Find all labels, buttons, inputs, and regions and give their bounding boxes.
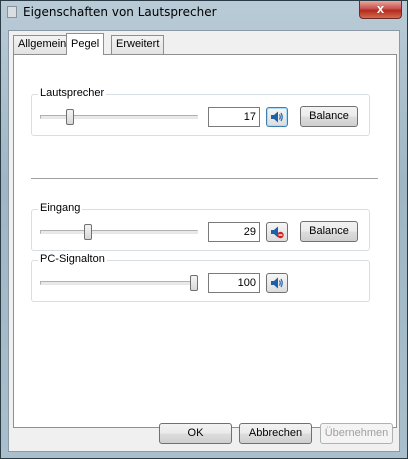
pc-beep-group-label: PC-Signalton xyxy=(38,253,107,265)
pc-beep-mute-button[interactable] xyxy=(266,273,288,293)
speaker-muted-icon xyxy=(271,226,284,239)
tab-panel-pegel: Lautsprecher 17 Balance Eingang 29 Balan… xyxy=(13,54,397,428)
speaker-icon xyxy=(271,111,283,123)
speaker-icon xyxy=(271,277,283,289)
speaker-group: Lautsprecher 17 Balance xyxy=(31,87,370,136)
speaker-mute-button[interactable] xyxy=(266,107,288,127)
speaker-level-field[interactable]: 17 xyxy=(208,107,260,127)
close-button[interactable]: x xyxy=(359,1,402,19)
input-slider-track[interactable] xyxy=(40,230,198,234)
input-group: Eingang 29 Balance xyxy=(31,202,370,251)
dialog-client: Allgemein Pegel Erweitert Lautsprecher 1… xyxy=(8,30,400,452)
pc-beep-level-field[interactable]: 100 xyxy=(208,273,260,293)
speaker-slider-thumb[interactable] xyxy=(66,109,74,125)
pc-beep-group: PC-Signalton 100 xyxy=(31,253,370,302)
ok-button[interactable]: OK xyxy=(159,423,232,444)
tab-allgemein[interactable]: Allgemein xyxy=(13,35,72,54)
speaker-slider-track[interactable] xyxy=(40,115,198,119)
input-slider-thumb[interactable] xyxy=(84,224,92,240)
window-icon xyxy=(7,6,17,18)
tab-pegel[interactable]: Pegel xyxy=(66,33,105,55)
title-bar[interactable]: Eigenschaften von Lautsprecher x xyxy=(1,1,407,25)
separator-line xyxy=(31,178,378,179)
speaker-group-label: Lautsprecher xyxy=(38,87,107,99)
cancel-button[interactable]: Abbrechen xyxy=(239,423,312,444)
input-mute-button[interactable] xyxy=(266,222,288,242)
pc-beep-slider-thumb[interactable] xyxy=(190,275,198,291)
dialog-window: Eigenschaften von Lautsprecher x Allgeme… xyxy=(0,0,408,459)
speaker-balance-button[interactable]: Balance xyxy=(300,106,358,127)
apply-button[interactable]: Übernehmen xyxy=(320,423,393,444)
input-level-field[interactable]: 29 xyxy=(208,222,260,242)
input-balance-button[interactable]: Balance xyxy=(300,221,358,242)
pc-beep-slider-track[interactable] xyxy=(40,281,198,285)
window-title: Eigenschaften von Lautsprecher xyxy=(23,5,217,19)
input-group-label: Eingang xyxy=(38,202,83,214)
tab-erweitert[interactable]: Erweitert xyxy=(111,35,165,54)
